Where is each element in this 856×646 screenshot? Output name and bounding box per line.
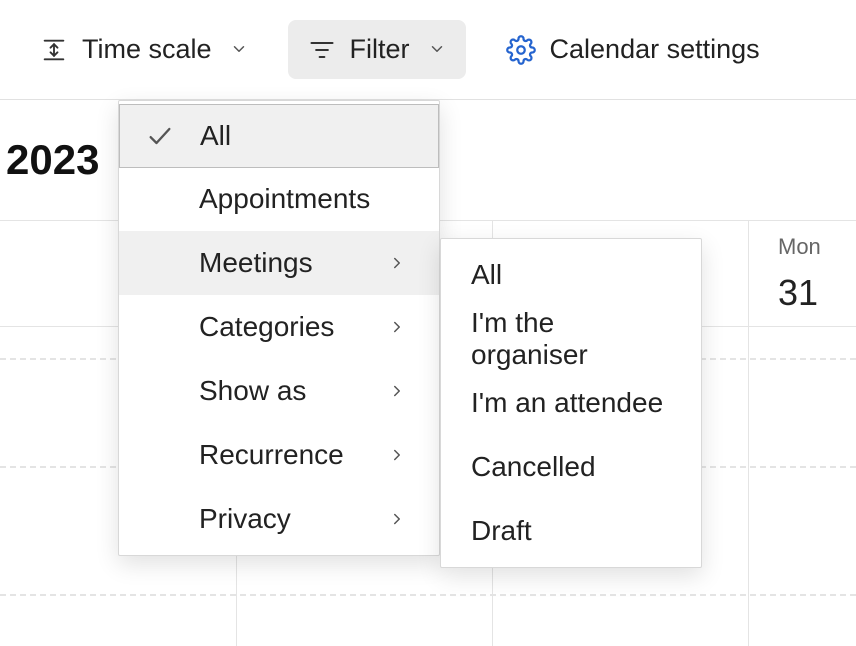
menu-item-label: I'm an attendee [471,387,671,419]
menu-item-label: All [471,259,671,291]
menu-item-label: Meetings [199,247,377,279]
filter-menu-item-categories[interactable]: Categories [119,295,439,359]
meetings-submenu: All I'm the organiser I'm an attendee Ca… [440,238,702,568]
time-scale-label: Time scale [82,34,212,65]
chevron-right-icon [377,382,417,400]
filter-menu: All Appointments Meetings Categories Sho… [118,100,440,556]
calendar-settings-button[interactable]: Calendar settings [486,20,780,79]
calendar-settings-label: Calendar settings [550,34,760,65]
meetings-submenu-item-attendee[interactable]: I'm an attendee [441,371,701,435]
chevron-right-icon [377,254,417,272]
chevron-right-icon [377,446,417,464]
menu-item-label: I'm the organiser [471,307,671,371]
menu-item-label: Cancelled [471,451,671,483]
menu-item-label: Show as [199,375,377,407]
filter-menu-item-all[interactable]: All [119,104,439,168]
header-year: 2023 [0,136,99,184]
menu-item-label: Draft [471,515,671,547]
menu-item-label: Recurrence [199,439,377,471]
filter-menu-item-meetings[interactable]: Meetings [119,231,439,295]
filter-label: Filter [350,34,410,65]
meetings-submenu-item-cancelled[interactable]: Cancelled [441,435,701,499]
filter-button[interactable]: Filter [288,20,466,79]
menu-item-label: Privacy [199,503,377,535]
check-icon [120,122,200,150]
meetings-submenu-item-draft[interactable]: Draft [441,499,701,563]
chevron-down-icon [230,34,248,65]
chevron-right-icon [377,510,417,528]
toolbar: Time scale Filter C [0,0,856,100]
time-scale-button[interactable]: Time scale [20,20,268,79]
meetings-submenu-item-organiser[interactable]: I'm the organiser [441,307,701,371]
filter-menu-item-show-as[interactable]: Show as [119,359,439,423]
filter-menu-item-appointments[interactable]: Appointments [119,167,439,231]
filter-menu-item-privacy[interactable]: Privacy [119,487,439,551]
menu-item-label: Appointments [199,183,377,215]
filter-menu-item-recurrence[interactable]: Recurrence [119,423,439,487]
menu-item-label: All [200,120,376,152]
time-scale-icon [40,36,68,64]
gear-icon [506,35,536,65]
chevron-right-icon [377,318,417,336]
chevron-down-icon [428,34,446,65]
weekday-label: Mon [778,234,821,260]
day-number: 31 [778,272,818,314]
menu-item-label: Categories [199,311,377,343]
meetings-submenu-item-all[interactable]: All [441,243,701,307]
filter-icon [308,36,336,64]
